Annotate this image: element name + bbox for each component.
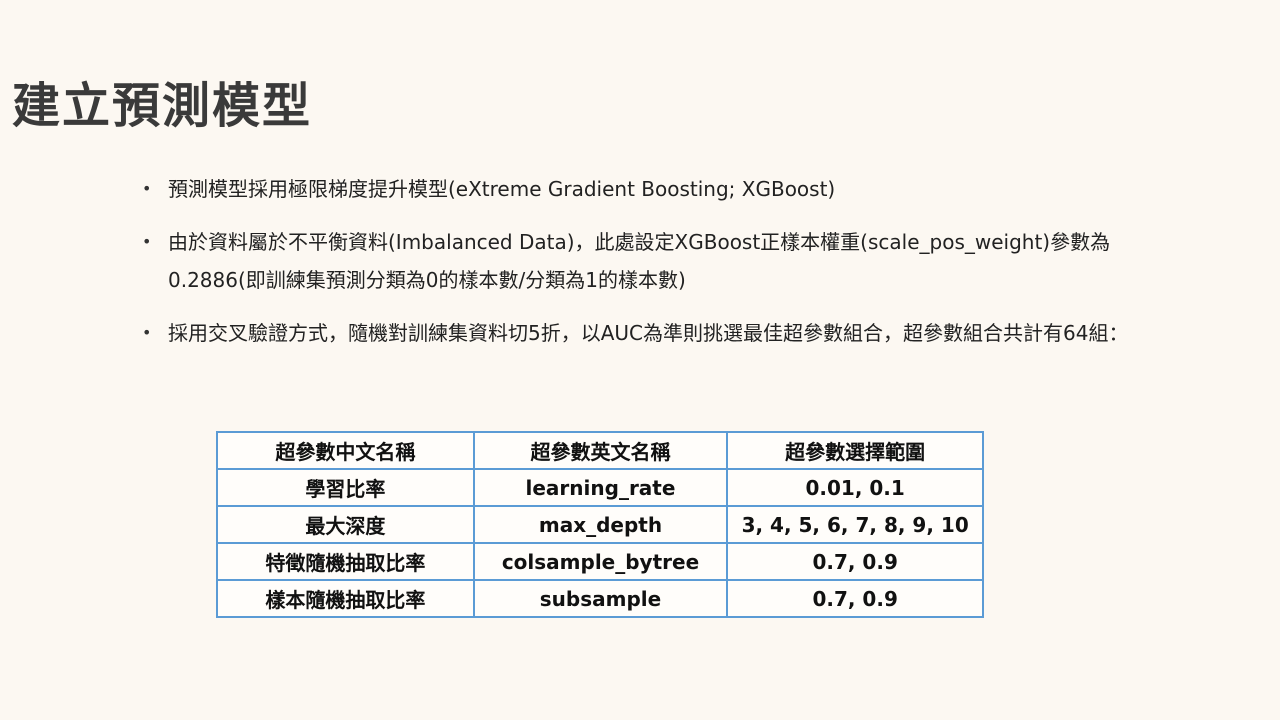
cell-english-name: max_depth (472, 505, 729, 544)
cell-range: 0.7, 0.9 (726, 579, 984, 618)
header-range: 超參數選擇範圍 (726, 431, 984, 470)
cell-range: 0.01, 0.1 (726, 468, 984, 507)
cell-range: 3, 4, 5, 6, 7, 8, 9, 10 (726, 505, 984, 544)
header-chinese-name: 超參數中文名稱 (216, 431, 475, 470)
bullet-text: 預測模型採用極限梯度提升模型(eXtreme Gradient Boosting… (168, 177, 836, 201)
cell-chinese-name: 樣本隨機抽取比率 (216, 579, 475, 618)
bullet-dot: • (142, 232, 152, 251)
bullet-item-cross-validation: • 採用交叉驗證方式，隨機對訓練集資料切5折，以AUC為準則挑選最佳超參數組合，… (142, 314, 1202, 352)
table-row: 樣本隨機抽取比率 subsample 0.7, 0.9 (216, 579, 984, 618)
bullet-dot: • (142, 179, 152, 198)
bullet-item-imbalance: • 由於資料屬於不平衡資料(Imbalanced Data)，此處設定XGBoo… (142, 223, 1202, 299)
table-header-row: 超參數中文名稱 超參數英文名稱 超參數選擇範圍 (216, 431, 984, 470)
cell-range: 0.7, 0.9 (726, 542, 984, 581)
cell-chinese-name: 特徵隨機抽取比率 (216, 542, 475, 581)
slide: 建立預測模型 • 預測模型採用極限梯度提升模型(eXtreme Gradient… (0, 0, 1280, 720)
bullet-text: 由於資料屬於不平衡資料(Imbalanced Data)，此處設定XGBoost… (168, 230, 1111, 292)
cell-chinese-name: 最大深度 (216, 505, 475, 544)
hyperparameter-table: 超參數中文名稱 超參數英文名稱 超參數選擇範圍 學習比率 learning_ra… (216, 431, 984, 618)
table-row: 最大深度 max_depth 3, 4, 5, 6, 7, 8, 9, 10 (216, 505, 984, 544)
bullet-text: 採用交叉驗證方式，隨機對訓練集資料切5折，以AUC為準則挑選最佳超參數組合，超參… (168, 321, 1129, 345)
slide-title: 建立預測模型 (12, 78, 313, 134)
header-english-name: 超參數英文名稱 (472, 431, 729, 470)
bullet-item-model: • 預測模型採用極限梯度提升模型(eXtreme Gradient Boosti… (142, 170, 1202, 208)
table-row: 學習比率 learning_rate 0.01, 0.1 (216, 468, 984, 507)
cell-english-name: colsample_bytree (472, 542, 729, 581)
bullet-list: • 預測模型採用極限梯度提升模型(eXtreme Gradient Boosti… (142, 170, 1202, 367)
bullet-dot: • (142, 323, 152, 342)
cell-english-name: subsample (472, 579, 729, 618)
cell-chinese-name: 學習比率 (216, 468, 475, 507)
table-row: 特徵隨機抽取比率 colsample_bytree 0.7, 0.9 (216, 542, 984, 581)
cell-english-name: learning_rate (472, 468, 729, 507)
